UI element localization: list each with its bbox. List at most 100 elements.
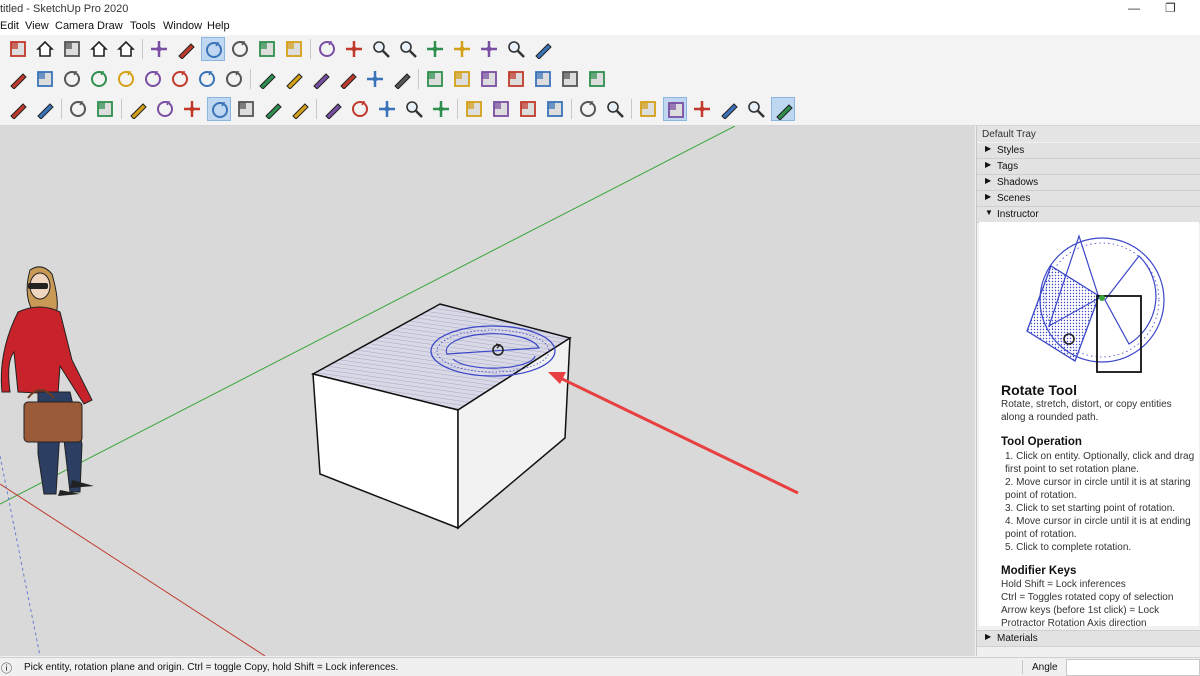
drawing-viewport[interactable] — [0, 126, 975, 656]
make-component-tool-button[interactable] — [6, 37, 30, 61]
axes-tool-button[interactable] — [363, 67, 387, 91]
rotated-rectangle-tool-button[interactable] — [60, 67, 84, 91]
zoom-tool-button[interactable] — [402, 97, 426, 121]
warehouse-tool-button[interactable] — [60, 37, 84, 61]
move-tool-button[interactable] — [180, 97, 204, 121]
follow-me-tool-button[interactable] — [153, 97, 177, 121]
zoom-extents-tool-button[interactable] — [429, 97, 453, 121]
extension-warehouse-tool-button[interactable] — [489, 97, 513, 121]
display-section-planes-tool-button[interactable] — [450, 67, 474, 91]
garage-tool-button[interactable] — [114, 37, 138, 61]
tape-measure-tool-button[interactable] — [261, 97, 285, 121]
position-camera-tool-button[interactable] — [690, 97, 714, 121]
look-around-tool-button[interactable] — [744, 97, 768, 121]
scale-icon — [238, 101, 254, 117]
text-tool-button[interactable] — [288, 97, 312, 121]
panel-styles[interactable]: ▶ Styles — [977, 143, 1200, 159]
3d-text-tool-button[interactable] — [390, 67, 414, 91]
toggle-terrain-tool-button[interactable] — [558, 67, 582, 91]
section-plane-tool-button[interactable] — [423, 67, 447, 91]
pan-tool-button[interactable] — [342, 37, 366, 61]
advanced-camera-tool-button[interactable] — [771, 97, 795, 121]
warehouse-icon — [64, 41, 80, 57]
add-location-tool-button[interactable] — [531, 67, 555, 91]
sandbox-tool-button[interactable] — [603, 97, 627, 121]
pan-tool-button[interactable] — [375, 97, 399, 121]
walk-tool-button[interactable] — [531, 37, 555, 61]
zoom-tool-button[interactable] — [369, 37, 393, 61]
arc-dropdown-tool-button[interactable] — [66, 97, 90, 121]
panel-shadows[interactable]: ▶ Shadows — [977, 175, 1200, 191]
push-pull-tool-button[interactable] — [126, 97, 150, 121]
text-tool-button[interactable] — [336, 67, 360, 91]
panel-scenes[interactable]: ▶ Scenes — [977, 191, 1200, 207]
toolbar-separator — [457, 99, 458, 119]
scale-tool-button[interactable] — [234, 97, 258, 121]
tape-measure-tool-button[interactable] — [255, 67, 279, 91]
zoom-extents-tool-button[interactable] — [423, 37, 447, 61]
arc-tool-button[interactable] — [141, 67, 165, 91]
make-component-icon — [10, 41, 26, 57]
step-4: 4. Move cursor in circle until it is at … — [1005, 516, 1191, 540]
account-tool-button[interactable] — [576, 97, 600, 121]
maximize-button[interactable]: ❐ — [1165, 1, 1176, 15]
dimensions-tool-button[interactable] — [282, 67, 306, 91]
menu-tools[interactable]: Tools — [130, 20, 156, 32]
pie-tool-button[interactable] — [222, 67, 246, 91]
menu-edit[interactable]: Edit — [0, 20, 19, 32]
rectangle-tool-button[interactable] — [33, 67, 57, 91]
panel-label: Instructor — [997, 209, 1039, 220]
menu-camera[interactable]: Camera — [55, 20, 94, 32]
polygon-tool-button[interactable] — [114, 67, 138, 91]
status-divider — [1022, 660, 1023, 674]
orbit-tool-button[interactable] — [315, 37, 339, 61]
rectangle-dropdown-tool-button[interactable] — [93, 97, 117, 121]
push-pull-tool-button[interactable] — [174, 37, 198, 61]
menu-bar: Edit View Camera Draw Tools Window Help — [0, 18, 1200, 35]
line-tool-button[interactable] — [33, 97, 57, 121]
home-outline-tool-button[interactable] — [87, 37, 111, 61]
3-point-arc-tool-button[interactable] — [195, 67, 219, 91]
offset-tool-button[interactable] — [282, 37, 306, 61]
house-tool-button[interactable] — [33, 37, 57, 61]
info-icon[interactable]: ⓘ — [1, 660, 12, 676]
display-section-cuts-tool-button[interactable] — [477, 67, 501, 91]
orbit-tool-button[interactable] — [348, 97, 372, 121]
paint-bucket-tool-button[interactable] — [321, 97, 345, 121]
position-camera-tool-button[interactable] — [477, 37, 501, 61]
match-photo-tool-button[interactable] — [663, 97, 687, 121]
rotate-tool-illustration — [1026, 234, 1165, 373]
menu-help[interactable]: Help — [207, 20, 230, 32]
look-around-tool-button[interactable] — [504, 37, 528, 61]
panel-tags[interactable]: ▶ Tags — [977, 159, 1200, 175]
panel-materials[interactable]: ▶ Materials — [977, 630, 1200, 647]
photo-textures-tool-button[interactable] — [585, 67, 609, 91]
2-point-arc-tool-button[interactable] — [168, 67, 192, 91]
protractor-tool-button[interactable] — [309, 67, 333, 91]
rotate-tool-button[interactable] — [201, 37, 225, 61]
measurement-box[interactable] — [1066, 659, 1200, 676]
menu-view[interactable]: View — [25, 20, 49, 32]
menu-draw[interactable]: Draw — [97, 20, 123, 32]
scale-tool-button[interactable] — [255, 37, 279, 61]
display-section-fill-tool-button[interactable] — [504, 67, 528, 91]
move-tool-button[interactable] — [147, 37, 171, 61]
rotate-icon — [206, 42, 222, 58]
zoom-window-tool-button[interactable] — [396, 37, 420, 61]
previous-tool-button[interactable] — [450, 37, 474, 61]
3d-warehouse-tool-button[interactable] — [462, 97, 486, 121]
circle-tool-button[interactable] — [87, 67, 111, 91]
rectangle-dropdown-icon — [97, 101, 113, 117]
toolbar-separator — [250, 69, 251, 89]
follow-me-tool-button[interactable] — [228, 37, 252, 61]
send-to-layout-tool-button[interactable] — [516, 97, 540, 121]
minimize-button[interactable]: — — [1128, 1, 1140, 15]
panel-instructor[interactable]: ▼ Instructor — [977, 207, 1200, 223]
freehand-tool-button[interactable] — [6, 67, 30, 91]
eraser-tool-button[interactable] — [6, 97, 30, 121]
rotate-tool-button[interactable] — [207, 97, 231, 121]
solid-tools-tool-button[interactable] — [636, 97, 660, 121]
menu-window[interactable]: Window — [163, 20, 202, 32]
extension-manager-tool-button[interactable] — [543, 97, 567, 121]
walk-tool-button[interactable] — [717, 97, 741, 121]
